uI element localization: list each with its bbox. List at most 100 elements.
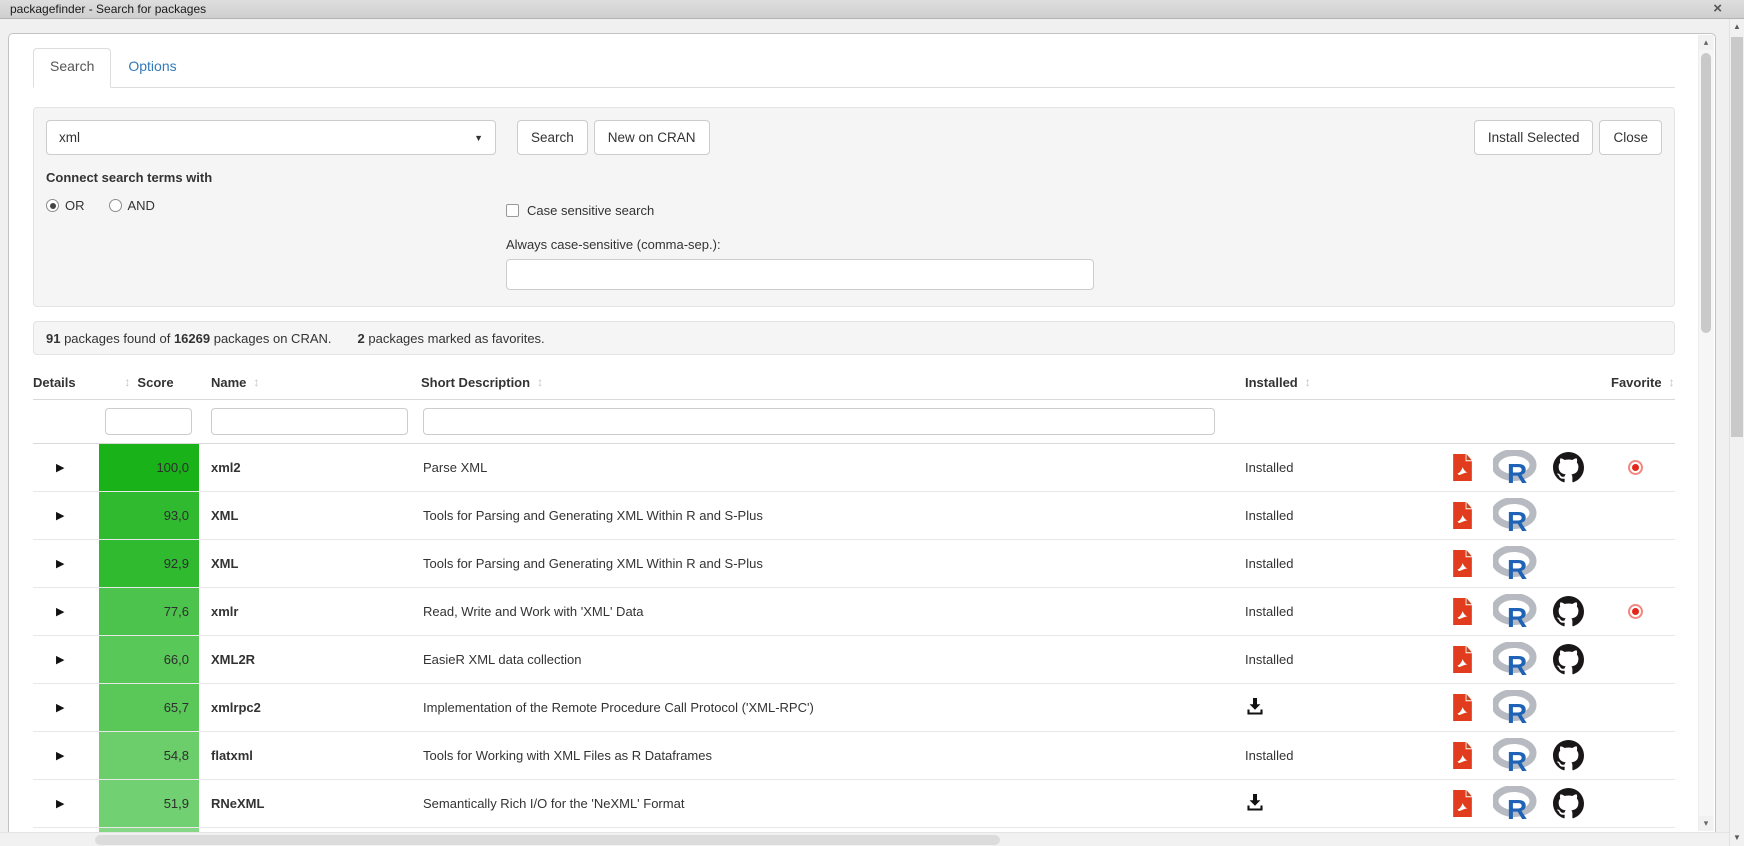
github-icon[interactable] <box>1540 588 1596 635</box>
window-vertical-scrollbar[interactable]: ▲ ▼ <box>1729 19 1744 846</box>
panel-scrollbar[interactable]: ▴ ▾ <box>1698 35 1714 831</box>
pdf-icon[interactable] <box>1434 492 1490 539</box>
favorite-radio[interactable] <box>1628 604 1643 619</box>
close-button[interactable]: Close <box>1599 120 1662 155</box>
packagefinder-dialog: Search Options xml ▼ Search New on CRAN … <box>8 33 1716 846</box>
r-project-icon[interactable]: R <box>1490 732 1540 779</box>
sort-icon[interactable]: ↕ <box>124 375 130 389</box>
svg-text:R: R <box>1507 458 1527 486</box>
case-sensitive-option[interactable]: Case sensitive search <box>506 203 1094 218</box>
scroll-down-icon[interactable]: ▾ <box>1699 816 1713 831</box>
package-name: xmlr <box>199 604 421 619</box>
favorite-cell <box>1596 636 1675 683</box>
window-close-icon[interactable]: × <box>1713 0 1722 18</box>
r-project-icon[interactable]: R <box>1490 540 1540 587</box>
pdf-icon[interactable] <box>1434 588 1490 635</box>
download-icon[interactable] <box>1245 696 1265 719</box>
sort-icon[interactable]: ↕ <box>1669 375 1675 389</box>
install-selected-button[interactable]: Install Selected <box>1474 120 1594 155</box>
pdf-icon[interactable] <box>1434 636 1490 683</box>
sort-icon[interactable]: ↕ <box>253 375 259 389</box>
always-case-input[interactable] <box>506 259 1094 290</box>
r-project-icon[interactable]: R <box>1490 780 1540 827</box>
svg-text:R: R <box>1507 506 1527 534</box>
header-short-description[interactable]: Short Description↕ <box>421 375 1239 390</box>
expand-row-icon[interactable]: ▶ <box>33 653 99 666</box>
radio-and[interactable]: AND <box>109 198 155 213</box>
tab-options[interactable]: Options <box>111 48 193 87</box>
expand-row-icon[interactable]: ▶ <box>33 461 99 474</box>
score-cell: 100,0 <box>99 444 199 491</box>
table-row: ▶ 51,9 RNeXML Semantically Rich I/O for … <box>33 780 1675 828</box>
r-project-icon[interactable]: R <box>1490 636 1540 683</box>
description-filter-input[interactable] <box>423 408 1215 435</box>
table-row: ▶ 65,7 xmlrpc2 Implementation of the Rem… <box>33 684 1675 732</box>
expand-row-icon[interactable]: ▶ <box>33 797 99 810</box>
installed-label: Installed <box>1245 556 1293 571</box>
tab-search[interactable]: Search <box>33 48 111 88</box>
window-titlebar: packagefinder - Search for packages × <box>0 0 1744 19</box>
header-name[interactable]: Name↕ <box>199 375 421 390</box>
score-filter-input[interactable] <box>105 408 192 435</box>
panel-scrollbar-thumb[interactable] <box>1701 53 1711 333</box>
radio-and-circle[interactable] <box>109 199 122 212</box>
pdf-icon[interactable] <box>1434 732 1490 779</box>
github-icon[interactable] <box>1540 636 1596 683</box>
found-count: 91 <box>46 331 60 346</box>
github-icon[interactable] <box>1540 732 1596 779</box>
expand-row-icon[interactable]: ▶ <box>33 557 99 570</box>
connect-terms-label: Connect search terms with <box>46 170 506 185</box>
github-icon[interactable] <box>1540 444 1596 491</box>
favorite-radio[interactable] <box>1628 460 1643 475</box>
total-count: 16269 <box>174 331 210 346</box>
header-installed[interactable]: Installed↕ <box>1239 375 1434 390</box>
scroll-up-icon[interactable]: ▴ <box>1699 35 1713 50</box>
score-cell: 51,9 <box>99 780 199 827</box>
pdf-icon[interactable] <box>1434 780 1490 827</box>
tab-bar: Search Options <box>33 48 1675 88</box>
scroll-down-icon[interactable]: ▼ <box>1730 830 1744 846</box>
window-horizontal-scrollbar[interactable] <box>0 832 1729 846</box>
table-row: ▶ 93,0 XML Tools for Parsing and Generat… <box>33 492 1675 540</box>
favorite-cell <box>1596 540 1675 587</box>
case-sensitive-checkbox[interactable] <box>506 204 519 217</box>
pdf-icon[interactable] <box>1434 540 1490 587</box>
header-score[interactable]: ↕Score <box>99 375 199 390</box>
r-project-icon[interactable]: R <box>1490 588 1540 635</box>
search-button[interactable]: Search <box>517 120 588 155</box>
package-name: RNeXML <box>199 796 421 811</box>
r-project-icon[interactable]: R <box>1490 684 1540 731</box>
name-filter-input[interactable] <box>211 408 408 435</box>
r-project-icon[interactable]: R <box>1490 444 1540 491</box>
window-vscroll-thumb[interactable] <box>1731 37 1743 437</box>
installed-cell: Installed <box>1239 556 1434 571</box>
window-hscroll-thumb[interactable] <box>95 835 1000 845</box>
expand-row-icon[interactable]: ▶ <box>33 749 99 762</box>
favorite-cell <box>1596 732 1675 779</box>
radio-or-circle[interactable] <box>46 199 59 212</box>
scroll-up-icon[interactable]: ▲ <box>1730 19 1744 35</box>
sort-icon[interactable]: ↕ <box>537 375 543 389</box>
expand-row-icon[interactable]: ▶ <box>33 701 99 714</box>
package-name: flatxml <box>199 748 421 763</box>
search-term-combobox[interactable]: xml ▼ <box>46 120 496 155</box>
github-icon[interactable] <box>1540 780 1596 827</box>
r-project-icon[interactable]: R <box>1490 492 1540 539</box>
installed-cell: Installed <box>1239 460 1434 475</box>
sort-icon[interactable]: ↕ <box>1305 375 1311 389</box>
expand-row-icon[interactable]: ▶ <box>33 509 99 522</box>
svg-text:R: R <box>1507 746 1527 774</box>
new-on-cran-button[interactable]: New on CRAN <box>594 120 710 155</box>
radio-or[interactable]: OR <box>46 198 85 213</box>
pdf-icon[interactable] <box>1434 684 1490 731</box>
header-details[interactable]: Details <box>33 375 99 390</box>
download-icon[interactable] <box>1245 792 1265 815</box>
header-favorite[interactable]: Favorite↕ <box>1596 375 1675 390</box>
installed-label: Installed <box>1245 508 1293 523</box>
package-description: Semantically Rich I/O for the 'NeXML' Fo… <box>421 796 1239 811</box>
expand-row-icon[interactable]: ▶ <box>33 605 99 618</box>
pdf-icon[interactable] <box>1434 444 1490 491</box>
svg-text:R: R <box>1507 554 1527 582</box>
svg-text:R: R <box>1507 602 1527 630</box>
score-cell: 66,0 <box>99 636 199 683</box>
